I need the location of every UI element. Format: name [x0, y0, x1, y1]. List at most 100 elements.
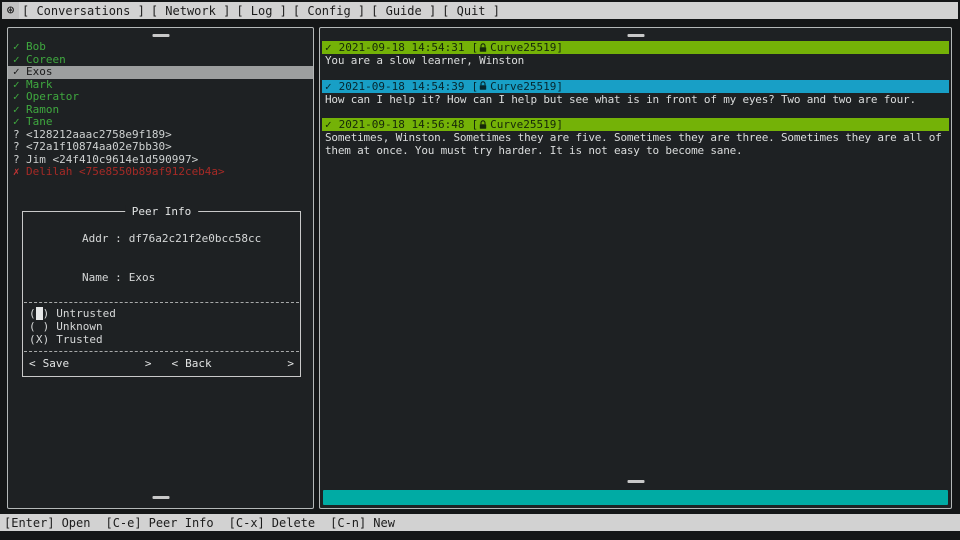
peer-row[interactable]: ✓ Coreen	[8, 54, 313, 67]
hint-action: Open	[62, 516, 91, 530]
menu-item-quit[interactable]: [ Quit ]	[439, 4, 503, 18]
delivered-check-icon: ✓	[325, 80, 332, 93]
status-bar: [Enter] Open [C-e] Peer Info [C-x]Delete […	[0, 514, 960, 531]
peer-row[interactable]: ✓ Ramon	[8, 104, 313, 117]
peer-list: ✓ Bob ✓ Coreen ✓ Exos ✓ Mark ✓ Operator …	[8, 41, 313, 179]
peer-row[interactable]: ✗ Delilah <75e8550b89af912ceb4a>	[8, 166, 313, 179]
scroll-indicator	[152, 496, 169, 499]
radio-state-selected: X	[36, 333, 43, 346]
peer-row[interactable]: ? <72a1f10874aa02e7bb30>	[8, 141, 313, 154]
dialog-buttons: < Save > < Back >	[23, 357, 300, 370]
message: ✓ 2021-09-18 14:56:48 [ Curve25519 ] Som…	[322, 118, 949, 157]
hint-key: [C-n]	[330, 516, 366, 530]
hint-delete: [C-x]Delete	[229, 516, 315, 530]
peer-name: Exos	[26, 66, 53, 79]
bracket-close: ]	[556, 80, 563, 93]
back-button[interactable]: < Back >	[172, 357, 295, 370]
addr-label: Addr :	[82, 232, 122, 245]
bracket-open: [	[471, 41, 478, 54]
bracket-close: ]	[556, 41, 563, 54]
conversation-panel: ✓ 2021-09-18 14:54:31 [ Curve25519 ] You…	[319, 27, 952, 509]
failed-cross-icon: ✗	[13, 166, 26, 179]
menu-item-config[interactable]: [ Config ]	[290, 4, 368, 18]
message-timestamp: 2021-09-18 14:56:48	[339, 118, 465, 131]
save-button[interactable]: <Save>	[29, 357, 152, 370]
lock-icon	[479, 43, 487, 53]
name-value: Exos	[129, 271, 156, 284]
addr-value: df76a2c21f2e0bcc58cc	[129, 232, 261, 245]
peer-addr-line: Addr : df76a2c21f2e0bcc58cc	[23, 219, 300, 258]
cipher-name: Curve25519	[490, 80, 556, 93]
message: ✓ 2021-09-18 14:54:31 [ Curve25519 ] You…	[322, 41, 949, 68]
bracket-open: [	[471, 80, 478, 93]
radio-label: Trusted	[56, 333, 102, 346]
hint-action: New	[373, 516, 395, 530]
scroll-indicator	[627, 480, 644, 483]
radio-close: )	[43, 320, 50, 333]
menu-item-conversations[interactable]: [ Conversations ]	[19, 4, 148, 18]
radio-open: (	[29, 320, 36, 333]
trusted-check-icon: ✓	[13, 91, 26, 104]
button-right-bracket: >	[287, 357, 294, 370]
peer-name: Tane	[26, 116, 53, 129]
hint-key: [C-e]	[105, 516, 141, 530]
save-button-label: Save	[43, 357, 70, 370]
message-text: How can I help it? How can I help but se…	[322, 93, 949, 107]
peer-row-selected[interactable]: ✓ Exos	[8, 66, 313, 79]
peer-address: <72a1f10874aa02e7bb30>	[26, 141, 172, 154]
radio-unknown[interactable]: ( ) Unknown	[23, 320, 300, 333]
lock-icon	[479, 120, 487, 130]
divider	[24, 351, 299, 352]
peer-row[interactable]: ✓ Bob	[8, 41, 313, 54]
peer-name-line: Name : Exos	[23, 258, 300, 297]
radio-untrusted[interactable]: ( ) Untrusted	[23, 307, 300, 320]
message-text: You are a slow learner, Winston	[322, 54, 949, 68]
menu-item-guide[interactable]: [ Guide ]	[368, 4, 439, 18]
hint-key: [Enter]	[4, 516, 55, 530]
button-left-bracket: <	[29, 357, 36, 370]
radio-open: (	[29, 307, 36, 320]
app-logo-icon: ⊛	[2, 2, 19, 19]
bracket-open: [	[471, 118, 478, 131]
delivered-check-icon: ✓	[325, 41, 332, 54]
message-input[interactable]	[323, 490, 948, 505]
delivered-check-icon: ✓	[325, 118, 332, 131]
hint-key: [C-x]	[229, 516, 265, 530]
radio-label: Untrusted	[56, 307, 116, 320]
hint-open: [Enter] Open	[4, 516, 90, 530]
app-window: ⊛ [ Conversations ] [ Network ] [ Log ] …	[0, 0, 960, 540]
trusted-check-icon: ✓	[13, 41, 26, 54]
message-timestamp: 2021-09-18 14:54:39	[339, 80, 465, 93]
scroll-indicator	[627, 34, 644, 37]
radio-open: (	[29, 333, 36, 346]
peer-row[interactable]: ✓ Operator	[8, 91, 313, 104]
peer-list-panel: ✓ Bob ✓ Coreen ✓ Exos ✓ Mark ✓ Operator …	[7, 27, 314, 509]
dialog-title: Peer Info	[125, 205, 199, 218]
hint-new: [C-n] New	[330, 516, 395, 530]
lock-icon	[479, 81, 487, 91]
button-left-bracket: <	[172, 357, 179, 370]
peer-row[interactable]: ✓ Tane	[8, 116, 313, 129]
menu-item-log[interactable]: [ Log ]	[233, 4, 290, 18]
message: ✓ 2021-09-18 14:54:39 [ Curve25519 ] How…	[322, 80, 949, 107]
radio-label: Unknown	[56, 320, 102, 333]
message-header: ✓ 2021-09-18 14:56:48 [ Curve25519 ]	[322, 118, 949, 131]
radio-close: )	[43, 333, 50, 346]
message-list: ✓ 2021-09-18 14:54:31 [ Curve25519 ] You…	[322, 41, 949, 169]
bracket-close: ]	[556, 118, 563, 131]
message-header: ✓ 2021-09-18 14:54:39 [ Curve25519 ]	[322, 80, 949, 93]
trusted-check-icon: ✓	[13, 116, 26, 129]
radio-cursor	[36, 307, 43, 320]
back-button-label: Back	[185, 357, 212, 370]
message-timestamp: 2021-09-18 14:54:31	[339, 41, 465, 54]
peer-info-dialog: Peer Info Addr :df76a2c21f2e0bcc58cc Nam…	[22, 211, 301, 377]
peer-name: Bob	[26, 41, 46, 54]
cipher-name: Curve25519	[490, 118, 556, 131]
radio-close: )	[43, 307, 50, 320]
menu-item-network[interactable]: [ Network ]	[148, 4, 233, 18]
peer-name: Delilah <75e8550b89af912ceb4a>	[26, 166, 225, 179]
name-label: Name :	[82, 271, 122, 284]
radio-trusted[interactable]: (X) Trusted	[23, 333, 300, 346]
hint-action: Peer Info	[149, 516, 214, 530]
divider	[24, 302, 299, 303]
